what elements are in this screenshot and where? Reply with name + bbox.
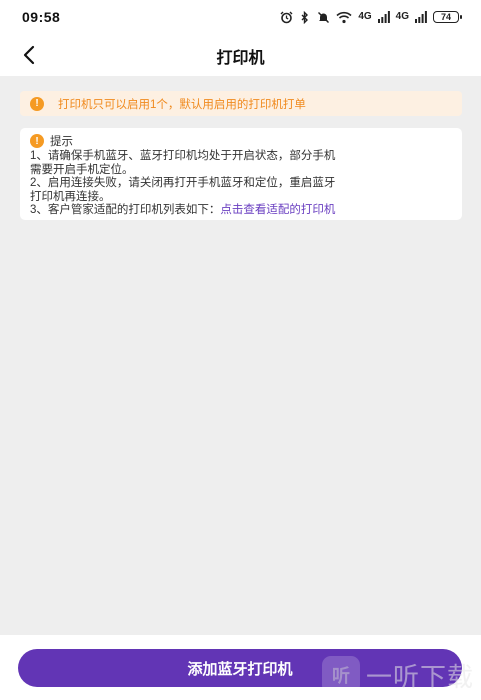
status-icons: 4G 4G 74 [280,10,462,24]
watermark-logo-icon: 听 [322,656,360,694]
nav-bar: 打印机 [0,34,481,76]
content-area: ! 打印机只可以启用1个，默认用启用的打印机打单 ! 提示 1、请确保手机蓝牙、… [0,76,481,635]
signal-icon [415,11,427,23]
info-icon: ! [30,134,44,148]
view-printers-link[interactable]: 点击查看适配的打印机 [220,204,335,216]
tips-card: ! 提示 1、请确保手机蓝牙、蓝牙打印机均处于开启状态，部分手机 需要开启手机定… [20,128,462,220]
tip-line: 1、请确保手机蓝牙、蓝牙打印机均处于开启状态，部分手机 [30,150,336,162]
signal-label-1: 4G [358,11,372,22]
tip-line: 需要开启手机定位。 [30,163,134,176]
signal-icon [377,11,390,23]
warning-icon: ! [30,96,44,111]
watermark: 听 一听下载 [322,656,474,694]
notice-text: 打印机只可以启用1个，默认用启用的打印机打单 [58,98,306,111]
watermark-text: 一听下载 [366,662,475,693]
wifi-icon [336,11,352,23]
battery-indicator: 74 [433,11,462,23]
tip-line: 2、启用连接失败，请关闭再打开手机蓝牙和定位，重启蓝牙 [30,177,336,189]
tips-title: 提示 [50,136,73,148]
page-title: 打印机 [216,50,265,67]
signal-label-2: 4G [395,11,409,22]
bluetooth-icon [301,10,309,24]
mute-icon [318,11,330,23]
tips-header: ! 提示 [30,134,454,148]
status-time: 09:58 [22,9,61,25]
alarm-icon [280,11,293,23]
status-bar: 09:58 4G 4G 74 [0,0,481,34]
tip-line-3-text: 3、客户管家适配的打印机列表如下： [30,204,221,216]
notice-banner: ! 打印机只可以启用1个，默认用启用的打印机打单 [20,91,462,116]
tip-line: 打印机再连接。 [30,190,111,203]
tip-line-3: 3、客户管家适配的打印机列表如下：点击查看适配的打印机 [30,204,454,217]
